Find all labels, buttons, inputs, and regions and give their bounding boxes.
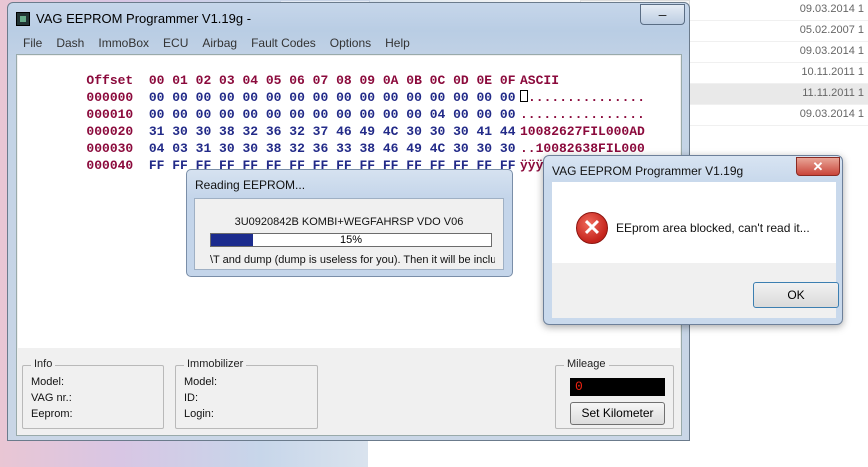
file-date: 10.11.2011 1 bbox=[801, 66, 864, 78]
mileage-title: Mileage bbox=[564, 358, 609, 370]
row-ascii: ..10082638FIL000 bbox=[520, 141, 645, 156]
ok-button[interactable]: OK bbox=[753, 282, 839, 308]
progress-bar: 15% bbox=[210, 233, 492, 247]
menu-bar: File Dash ImmoBox ECU Airbag Fault Codes… bbox=[16, 34, 682, 54]
text-cursor bbox=[520, 90, 528, 102]
file-date: 05.02.2007 1 bbox=[799, 24, 864, 36]
app-icon bbox=[16, 12, 30, 26]
row-ascii-text: ............... bbox=[528, 90, 646, 105]
file-date: 09.03.2014 1 bbox=[799, 108, 864, 120]
row-ascii: 10082627FIL000AD bbox=[520, 124, 645, 139]
file-list-row: 09.03.2014 1 bbox=[690, 105, 868, 126]
window-title: VAG EEPROM Programmer V1.19g - bbox=[36, 11, 252, 26]
file-list-row-selected: 11.11.2011 1 bbox=[690, 84, 868, 105]
hex-row: 000030 04 03 31 30 30 38 32 36 33 38 46 … bbox=[24, 126, 644, 156]
progress-dialog-body: 3U0920842B KOMBI+WEGFAHRSP VDO V06 15% \… bbox=[194, 198, 504, 270]
file-list-row: 09.03.2014 1 bbox=[690, 0, 868, 21]
error-body: ✕ EEprom area blocked, can't read it... bbox=[552, 182, 836, 263]
hex-row: 000010 00 00 00 00 00 00 00 00 00 00 00 … bbox=[24, 92, 644, 122]
file-date: 11.11.2011 1 bbox=[802, 87, 864, 99]
progress-dialog-title: Reading EEPROM... bbox=[195, 178, 306, 192]
row-offset: 000040 bbox=[86, 158, 134, 173]
hex-row: 000040 FF FF FF FF FF FF FF FF FF FF FF … bbox=[24, 143, 644, 173]
info-group: Info Model: VAG nr.: Eeprom: bbox=[22, 358, 164, 429]
error-dialog-title: VAG EEPROM Programmer V1.19g bbox=[552, 164, 744, 178]
hex-header-row: Offset 00 01 02 03 04 05 06 07 08 09 0A … bbox=[24, 58, 559, 88]
reading-eeprom-dialog: Reading EEPROM... 3U0920842B KOMBI+WEGFA… bbox=[186, 169, 513, 277]
set-kilometer-button[interactable]: Set Kilometer bbox=[570, 402, 665, 425]
immo-model-label: Model: bbox=[184, 376, 218, 388]
menu-options[interactable]: Options bbox=[323, 34, 378, 54]
immobilizer-title: Immobilizer bbox=[184, 358, 247, 370]
mileage-group: Mileage 0 Set Kilometer bbox=[555, 358, 674, 429]
menu-immobox[interactable]: ImmoBox bbox=[91, 34, 156, 54]
error-icon: ✕ bbox=[576, 212, 608, 244]
hex-row: 000000 00 00 00 00 00 00 00 00 00 00 00 … bbox=[24, 75, 645, 105]
file-date: 09.03.2014 1 bbox=[799, 3, 864, 15]
menu-airbag[interactable]: Airbag bbox=[195, 34, 244, 54]
mileage-display: 0 bbox=[570, 378, 665, 396]
minimize-button[interactable]: – bbox=[640, 4, 685, 25]
info-eeprom-label: Eeprom: bbox=[31, 408, 73, 420]
menu-help[interactable]: Help bbox=[378, 34, 417, 54]
info-title: Info bbox=[31, 358, 56, 370]
close-button[interactable]: ✕ bbox=[796, 157, 840, 176]
error-dialog: VAG EEPROM Programmer V1.19g ✕ ✕ EEprom … bbox=[543, 155, 843, 325]
hex-row: 000020 31 30 30 38 32 36 32 37 46 49 4C … bbox=[24, 109, 644, 139]
progress-percent: 15% bbox=[339, 234, 363, 246]
info-vag-nr-label: VAG nr.: bbox=[31, 392, 72, 404]
immo-login-label: Login: bbox=[184, 408, 214, 420]
menu-fault-codes[interactable]: Fault Codes bbox=[244, 34, 323, 54]
file-list-row: 05.02.2007 1 bbox=[690, 21, 868, 42]
file-list-row: 09.03.2014 1 bbox=[690, 42, 868, 63]
file-date: 09.03.2014 1 bbox=[799, 45, 864, 57]
menu-dash[interactable]: Dash bbox=[49, 34, 91, 54]
ascii-header: ASCII bbox=[520, 73, 560, 88]
file-list-row: 10.11.2011 1 bbox=[690, 63, 868, 84]
row-ascii: ............... bbox=[520, 90, 645, 105]
immo-id-label: ID: bbox=[184, 392, 199, 404]
menu-file[interactable]: File bbox=[16, 34, 49, 54]
progress-message: \T and dump (dump is useless for you). T… bbox=[210, 254, 495, 266]
menu-ecu[interactable]: ECU bbox=[156, 34, 195, 54]
background-bottom-fragment bbox=[368, 440, 690, 467]
immobilizer-group: Immobilizer Model: ID: Login: bbox=[175, 358, 318, 429]
info-model-label: Model: bbox=[31, 376, 65, 388]
row-ascii: ................ bbox=[520, 107, 645, 122]
module-identifier: 3U0920842B KOMBI+WEGFAHRSP VDO V06 bbox=[234, 216, 464, 228]
error-footer: OK bbox=[552, 263, 839, 318]
error-message: EEprom area blocked, can't read it... bbox=[616, 221, 810, 235]
title-bar: VAG EEPROM Programmer V1.19g - – bbox=[8, 3, 689, 33]
